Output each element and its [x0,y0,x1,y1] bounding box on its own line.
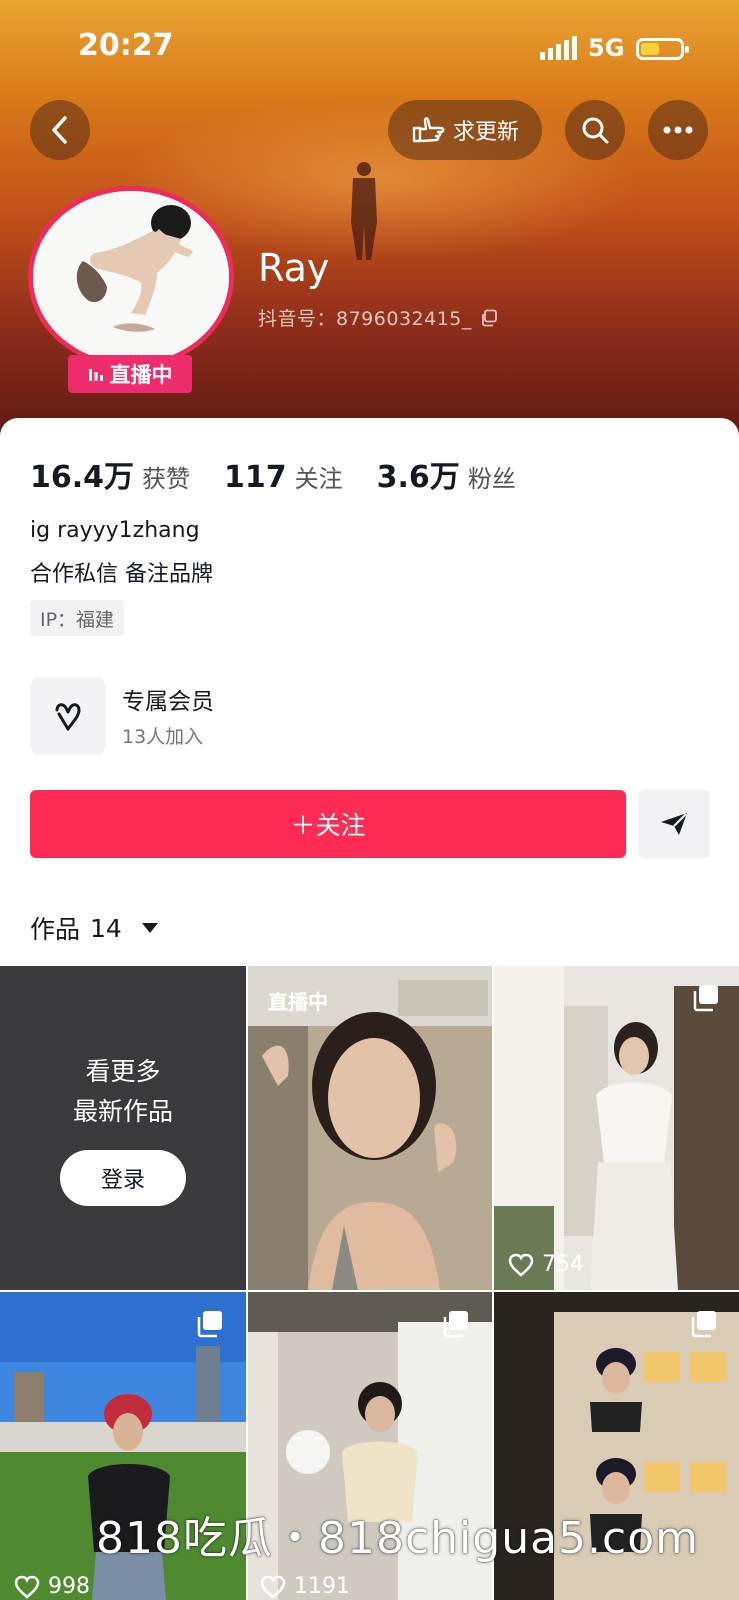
copy-icon[interactable] [480,309,498,327]
live-bars-icon [88,369,103,381]
like-count-value: 998 [48,1574,90,1599]
watermark-text: 818吃瓜・818chigua5.com [96,1513,699,1564]
share-button[interactable] [638,790,710,858]
stat-followers[interactable]: 3.6万 粉丝 [377,452,516,496]
more-dots-icon [663,126,693,134]
live-badge[interactable]: 直播中 [68,355,192,393]
signal-icon [540,36,577,60]
avatar-photo [33,191,229,363]
stat-value: 117 [224,460,287,495]
multi-image-icon [197,1311,222,1338]
ip-location-tag: IP：福建 [30,600,125,636]
live-badge-label: 直播中 [109,363,173,387]
login-prompt-line-1: 看更多 [85,1057,161,1086]
request-update-label: 求更新 [452,120,519,145]
multi-image-icon [693,985,718,1012]
works-tab-label: 作品 [30,915,81,944]
video-tile[interactable] [494,966,739,1290]
stat-value: 16.4万 [30,460,135,495]
bio-line-1: ig rayyy1zhang [30,518,200,543]
login-prompt-line-2: 最新作品 [72,1097,173,1126]
stats-row: 16.4万 获赞 117 关注 3.6万 粉丝 [30,452,550,496]
follow-button[interactable]: ＋关注 [30,790,626,858]
more-button[interactable] [648,100,708,160]
battery-icon [636,38,689,60]
works-tab-count: 14 [90,913,122,943]
multi-image-icon [443,1311,468,1338]
follow-button-label: ＋关注 [290,811,366,840]
status-time: 20:27 [78,28,174,63]
stat-following[interactable]: 117 关注 [224,459,343,495]
login-button[interactable]: 登录 [60,1150,186,1206]
stat-label: 关注 [294,465,343,493]
back-button[interactable] [30,100,90,160]
profile-name: Ray [258,246,330,290]
send-arrow-icon [661,813,687,835]
bio-line-2: 合作私信 备注品牌 [30,562,213,587]
tile-live-label: 直播中 [268,990,328,1014]
like-count-value: 754 [542,1252,584,1277]
stat-value: 3.6万 [376,460,460,495]
heart-outline-icon [260,1575,286,1599]
like-count: 998 [14,1574,90,1599]
heart-outline-icon [508,1253,534,1277]
search-icon [582,117,609,144]
avatar[interactable] [28,186,234,368]
caret-down-icon [141,923,158,933]
login-prompt-tile [0,966,246,1290]
membership-title[interactable]: 专属会员 [122,682,214,716]
chevron-left-icon [52,116,67,144]
stat-label: 粉丝 [467,465,516,493]
tab-works[interactable]: 作品 14 [30,910,158,946]
membership-button[interactable] [30,678,106,754]
search-button[interactable] [565,100,625,160]
heart-v-icon [55,703,81,731]
douyin-id: 抖音号：8796032415_ [258,304,498,331]
membership-subtitle: 13人加入 [122,726,204,748]
like-count-value: 1191 [294,1574,350,1599]
multi-image-icon [691,1311,716,1338]
banner-silhouette-figure [351,162,377,260]
stat-label: 获赞 [142,465,191,493]
stat-likes[interactable]: 16.4万 获赞 [30,452,190,496]
video-thumbnail [494,966,739,1290]
request-update-button[interactable]: 求更新 [388,100,542,160]
pointing-hand-icon [412,117,445,143]
like-count: 754 [508,1252,584,1277]
network-type: 5G [588,34,625,62]
like-count: 1191 [260,1574,350,1599]
douyin-id-text: 抖音号：8796032415_ [258,308,472,330]
heart-outline-icon [14,1575,40,1599]
